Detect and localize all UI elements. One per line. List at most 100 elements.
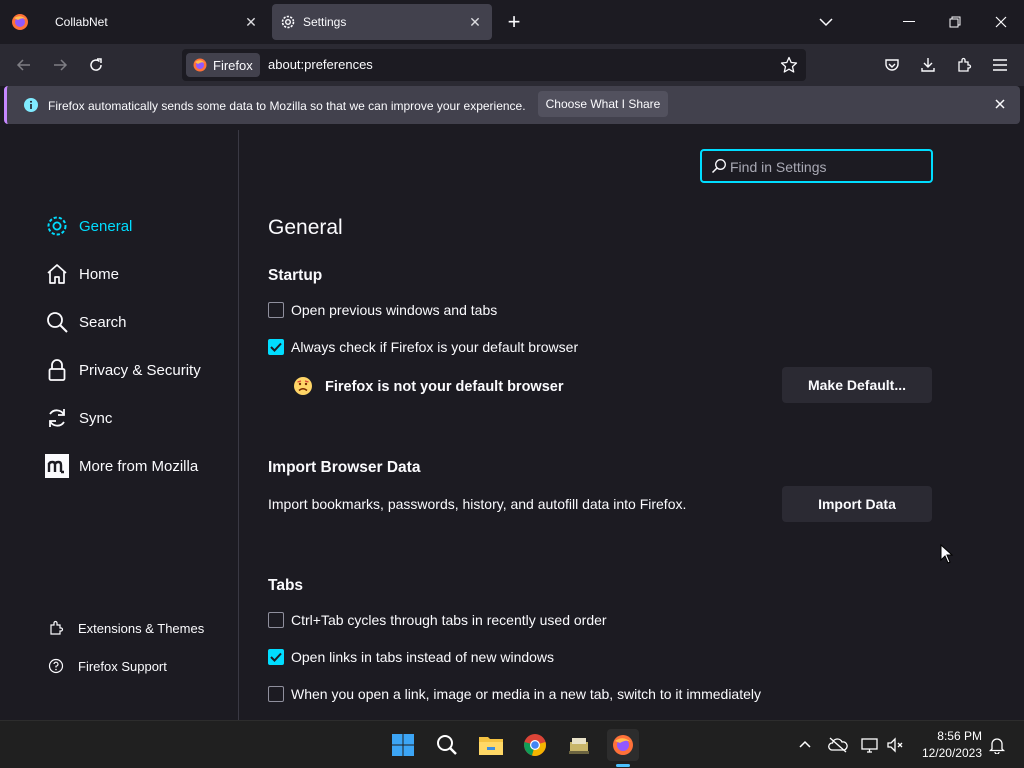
sidebar-item-general[interactable]: General xyxy=(44,210,132,242)
footer-link-label: Firefox Support xyxy=(78,658,167,674)
url-bar[interactable]: Firefox about:preferences xyxy=(182,49,806,81)
sidebar-item-more-from-mozilla[interactable]: More from Mozilla xyxy=(44,450,198,482)
chrome-icon[interactable] xyxy=(519,729,551,761)
tab-title: CollabNet xyxy=(55,15,108,29)
switch-to-new-tab-checkbox[interactable] xyxy=(268,686,284,702)
close-notification-icon[interactable] xyxy=(993,97,1007,111)
mozilla-icon xyxy=(44,453,70,479)
choose-what-i-share-button[interactable]: Choose What I Share xyxy=(538,91,668,117)
ctrl-tab-checkbox[interactable] xyxy=(268,612,284,628)
sync-icon xyxy=(44,405,70,431)
tabs-heading: Tabs xyxy=(268,577,304,594)
sidebar-item-label: Privacy & Security xyxy=(79,361,201,379)
restore-button[interactable] xyxy=(932,0,978,44)
checkbox-label: When you open a link, image or media in … xyxy=(291,686,762,702)
always-check-default-checkbox[interactable] xyxy=(268,339,284,355)
navigation-toolbar: Firefox about:preferences xyxy=(0,44,1024,86)
gear-icon xyxy=(44,213,70,239)
mouse-cursor-icon xyxy=(940,543,954,564)
tab-title: Settings xyxy=(303,15,347,29)
open-previous-checkbox-row[interactable]: Open previous windows and tabs xyxy=(268,300,497,320)
sidebar-link-firefox-support[interactable]: Firefox Support xyxy=(46,655,167,677)
import-data-button[interactable]: Import Data xyxy=(782,486,932,522)
onedrive-icon[interactable] xyxy=(828,736,848,754)
categories-sidebar: General Home Search Privacy & Security S… xyxy=(0,130,239,720)
default-browser-status: Firefox is not your default browser xyxy=(325,379,564,395)
sidebar-item-label: Search xyxy=(79,313,127,331)
open-links-in-tabs-row[interactable]: Open links in tabs instead of new window… xyxy=(268,647,554,667)
tab-strip: CollabNet ✕ Settings ✕ + xyxy=(0,0,1024,44)
volume-muted-icon[interactable] xyxy=(886,736,904,754)
checkbox-label: Open links in tabs instead of new window… xyxy=(291,649,555,665)
back-icon[interactable] xyxy=(12,53,36,77)
ctrl-tab-checkbox-row[interactable]: Ctrl+Tab cycles through tabs in recently… xyxy=(268,610,607,630)
app-launcher-icon[interactable] xyxy=(563,729,595,761)
home-icon xyxy=(44,261,70,287)
page-title: General xyxy=(268,216,343,239)
button-label: Make Default... xyxy=(807,377,907,393)
close-tab-icon[interactable]: ✕ xyxy=(242,13,260,31)
notification-bell-icon[interactable] xyxy=(988,736,1006,755)
always-check-default-row[interactable]: Always check if Firefox is your default … xyxy=(268,337,578,357)
network-icon[interactable] xyxy=(861,736,879,754)
list-all-tabs-icon[interactable] xyxy=(803,0,849,44)
firefox-taskbar-icon[interactable] xyxy=(607,729,639,761)
downloads-icon[interactable] xyxy=(916,53,940,77)
open-previous-checkbox[interactable] xyxy=(268,302,284,318)
info-icon xyxy=(23,97,39,113)
puzzle-icon xyxy=(46,620,66,636)
windows-start-icon[interactable] xyxy=(387,729,419,761)
extensions-icon[interactable] xyxy=(952,53,976,77)
sidebar-item-search[interactable]: Search xyxy=(44,306,127,338)
show-hidden-icons-icon[interactable] xyxy=(798,738,812,752)
identity-box[interactable]: Firefox xyxy=(186,53,260,77)
file-explorer-icon[interactable] xyxy=(475,729,507,761)
identity-label: Firefox xyxy=(213,57,253,73)
new-tab-button[interactable]: + xyxy=(502,9,526,34)
bookmark-star-icon[interactable] xyxy=(780,56,798,74)
sidebar-item-label: More from Mozilla xyxy=(79,457,199,475)
button-label: Import Data xyxy=(818,496,896,512)
button-label: Choose What I Share xyxy=(545,97,661,111)
windows-taskbar: 8:56 PM 12/20/2023 xyxy=(0,720,1024,768)
checkbox-label: Ctrl+Tab cycles through tabs in recently… xyxy=(291,612,607,628)
firefox-icon xyxy=(192,57,208,73)
import-heading: Import Browser Data xyxy=(268,459,421,476)
sidebar-item-sync[interactable]: Sync xyxy=(44,402,112,434)
sidebar-item-label: Sync xyxy=(79,409,113,427)
minimize-button[interactable] xyxy=(886,0,932,44)
checkbox-label: Open previous windows and tabs xyxy=(291,302,498,318)
gear-icon xyxy=(280,14,296,30)
sidebar-item-home[interactable]: Home xyxy=(44,258,119,290)
footer-link-label: Extensions & Themes xyxy=(78,620,205,636)
preferences-page: General Home Search Privacy & Security S… xyxy=(0,130,1024,720)
checkbox-label: Always check if Firefox is your default … xyxy=(291,339,579,355)
help-icon xyxy=(46,658,66,674)
tab-settings[interactable]: Settings ✕ xyxy=(272,4,492,40)
firefox-menu-icon[interactable] xyxy=(10,12,30,32)
import-description: Import bookmarks, passwords, history, an… xyxy=(268,496,687,512)
startup-heading: Startup xyxy=(268,267,323,284)
forward-icon[interactable] xyxy=(48,53,72,77)
clock-date[interactable]: 12/20/2023 xyxy=(914,746,982,760)
find-in-settings-search[interactable]: Find in Settings xyxy=(700,149,933,183)
close-window-button[interactable] xyxy=(978,0,1024,44)
open-links-in-tabs-checkbox[interactable] xyxy=(268,649,284,665)
switch-to-new-tab-row[interactable]: When you open a link, image or media in … xyxy=(268,684,761,704)
reload-icon[interactable] xyxy=(84,53,108,77)
tab-collabnet[interactable]: CollabNet ✕ xyxy=(42,4,268,40)
sidebar-item-label: General xyxy=(79,217,133,235)
pocket-icon[interactable] xyxy=(880,53,904,77)
close-tab-icon[interactable]: ✕ xyxy=(466,13,484,31)
url-text[interactable]: about:preferences xyxy=(268,57,373,72)
active-app-indicator xyxy=(616,764,630,767)
make-default-button[interactable]: Make Default... xyxy=(782,367,932,403)
hamburger-menu-icon[interactable] xyxy=(988,53,1012,77)
taskbar-search-icon[interactable] xyxy=(431,729,463,761)
clock-time[interactable]: 8:56 PM xyxy=(930,729,982,743)
sidebar-item-privacy[interactable]: Privacy & Security xyxy=(44,354,201,386)
data-reporting-notification: Firefox automatically sends some data to… xyxy=(4,86,1020,124)
search-placeholder: Find in Settings xyxy=(730,159,827,175)
notification-message: Firefox automatically sends some data to… xyxy=(48,99,526,113)
sidebar-link-extensions-themes[interactable]: Extensions & Themes xyxy=(46,617,204,639)
